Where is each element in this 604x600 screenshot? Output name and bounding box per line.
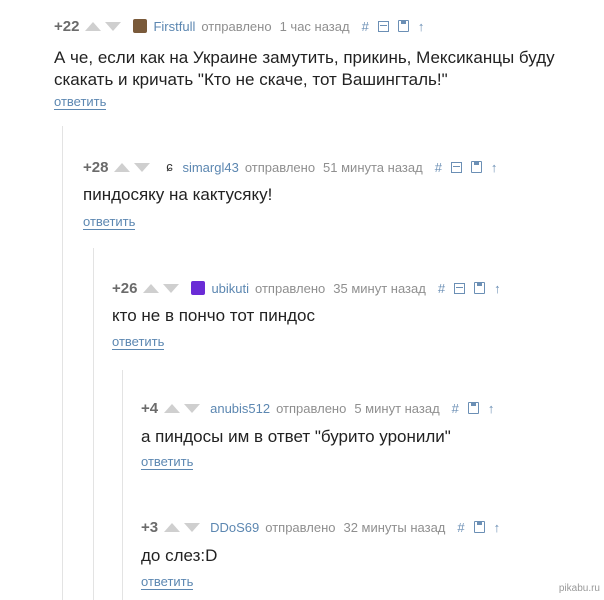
collapse-icon[interactable]	[377, 20, 389, 32]
sent-label: отправлено	[201, 18, 272, 34]
sent-label: отправлено	[265, 519, 336, 535]
thread-line	[62, 126, 63, 600]
watermark: pikabu.ru	[558, 583, 600, 594]
username[interactable]: ubikuti	[211, 281, 249, 296]
username[interactable]: DDoS69	[210, 520, 259, 535]
comment-text: а пиндосы им в ответ "бурито уронили"	[141, 427, 451, 446]
save-icon[interactable]	[470, 161, 482, 173]
save-icon[interactable]	[473, 521, 485, 533]
timestamp[interactable]: 35 минут назад	[333, 281, 426, 296]
hash-icon[interactable]: #	[435, 160, 442, 175]
comment-tools: # ↑	[362, 19, 434, 34]
upvote-icon[interactable]	[114, 162, 131, 172]
comment-meta: +22 Firstfull отправлено 1 час назад # ↑	[54, 16, 433, 36]
comment-tools: # ↑	[457, 520, 509, 535]
avatar[interactable]: ɕ	[162, 160, 176, 174]
save-icon[interactable]	[467, 402, 479, 414]
downvote-icon[interactable]	[184, 522, 201, 532]
username[interactable]: anubis512	[210, 401, 270, 416]
save-icon[interactable]	[474, 282, 486, 294]
downvote-icon[interactable]	[134, 162, 151, 172]
rating: +22	[54, 17, 80, 35]
comment-tools: # ↑	[438, 281, 510, 296]
comment-text: пиндосяку на кактусяку!	[83, 185, 273, 204]
reply-link[interactable]: ответить	[141, 455, 194, 470]
rating: +28	[83, 158, 109, 176]
reply-link[interactable]: ответить	[54, 95, 107, 110]
parent-arrow-icon[interactable]: ↑	[491, 160, 498, 175]
sent-label: отправлено	[244, 159, 316, 175]
upvote-icon[interactable]	[85, 21, 102, 31]
hash-icon[interactable]: #	[438, 281, 445, 296]
reply-link[interactable]: ответить	[83, 215, 136, 230]
upvote-icon[interactable]	[143, 283, 160, 293]
comment-meta: +26 ubikuti отправлено 35 минут назад # …	[112, 278, 510, 298]
parent-arrow-icon[interactable]: ↑	[488, 401, 495, 416]
timestamp[interactable]: 5 минут назад	[354, 401, 439, 416]
reply-link[interactable]: ответить	[141, 575, 194, 590]
comment-meta: +4 anubis512 отправлено 5 минут назад # …	[141, 398, 503, 418]
parent-arrow-icon[interactable]: ↑	[494, 520, 501, 535]
downvote-icon[interactable]	[184, 403, 201, 413]
avatar[interactable]	[133, 19, 148, 33]
rating: +4	[141, 399, 159, 417]
hash-icon[interactable]: #	[452, 401, 459, 416]
username[interactable]: simargl43	[182, 160, 238, 175]
upvote-icon[interactable]	[164, 522, 181, 532]
collapse-icon[interactable]	[450, 161, 462, 173]
hash-icon[interactable]: #	[457, 520, 464, 535]
collapse-icon[interactable]	[454, 282, 466, 294]
sent-label: отправлено	[255, 280, 326, 296]
comment-tools: # ↑	[452, 401, 504, 416]
comment-meta: +3 DDoS69 отправлено 32 минуты назад # ↑	[141, 517, 509, 537]
comment-tools: # ↑	[435, 160, 507, 175]
comment-text: кто не в пончо тот пиндос	[112, 306, 315, 325]
timestamp[interactable]: 1 час назад	[280, 19, 350, 34]
parent-arrow-icon[interactable]: ↑	[418, 19, 425, 34]
timestamp[interactable]: 51 минута назад	[323, 160, 423, 175]
comment-text: до слез:D	[141, 546, 218, 565]
downvote-icon[interactable]	[163, 283, 180, 293]
upvote-icon[interactable]	[164, 403, 181, 413]
reply-link[interactable]: ответить	[112, 335, 165, 350]
thread-line	[122, 370, 123, 600]
avatar[interactable]	[191, 281, 206, 295]
hash-icon[interactable]: #	[362, 19, 369, 34]
downvote-icon[interactable]	[105, 21, 122, 31]
comment-text: А че, если как на Украине замутить, прик…	[54, 48, 555, 89]
thread-line	[93, 248, 94, 600]
rating: +3	[141, 518, 159, 536]
parent-arrow-icon[interactable]: ↑	[494, 281, 501, 296]
comment-meta: +28 ɕ simargl43 отправлено 51 минута наз…	[83, 157, 506, 177]
sent-label: отправлено	[276, 400, 347, 416]
save-icon[interactable]	[397, 20, 409, 32]
timestamp[interactable]: 32 минуты назад	[343, 520, 445, 535]
rating: +26	[112, 279, 138, 297]
username[interactable]: Firstfull	[153, 19, 195, 34]
